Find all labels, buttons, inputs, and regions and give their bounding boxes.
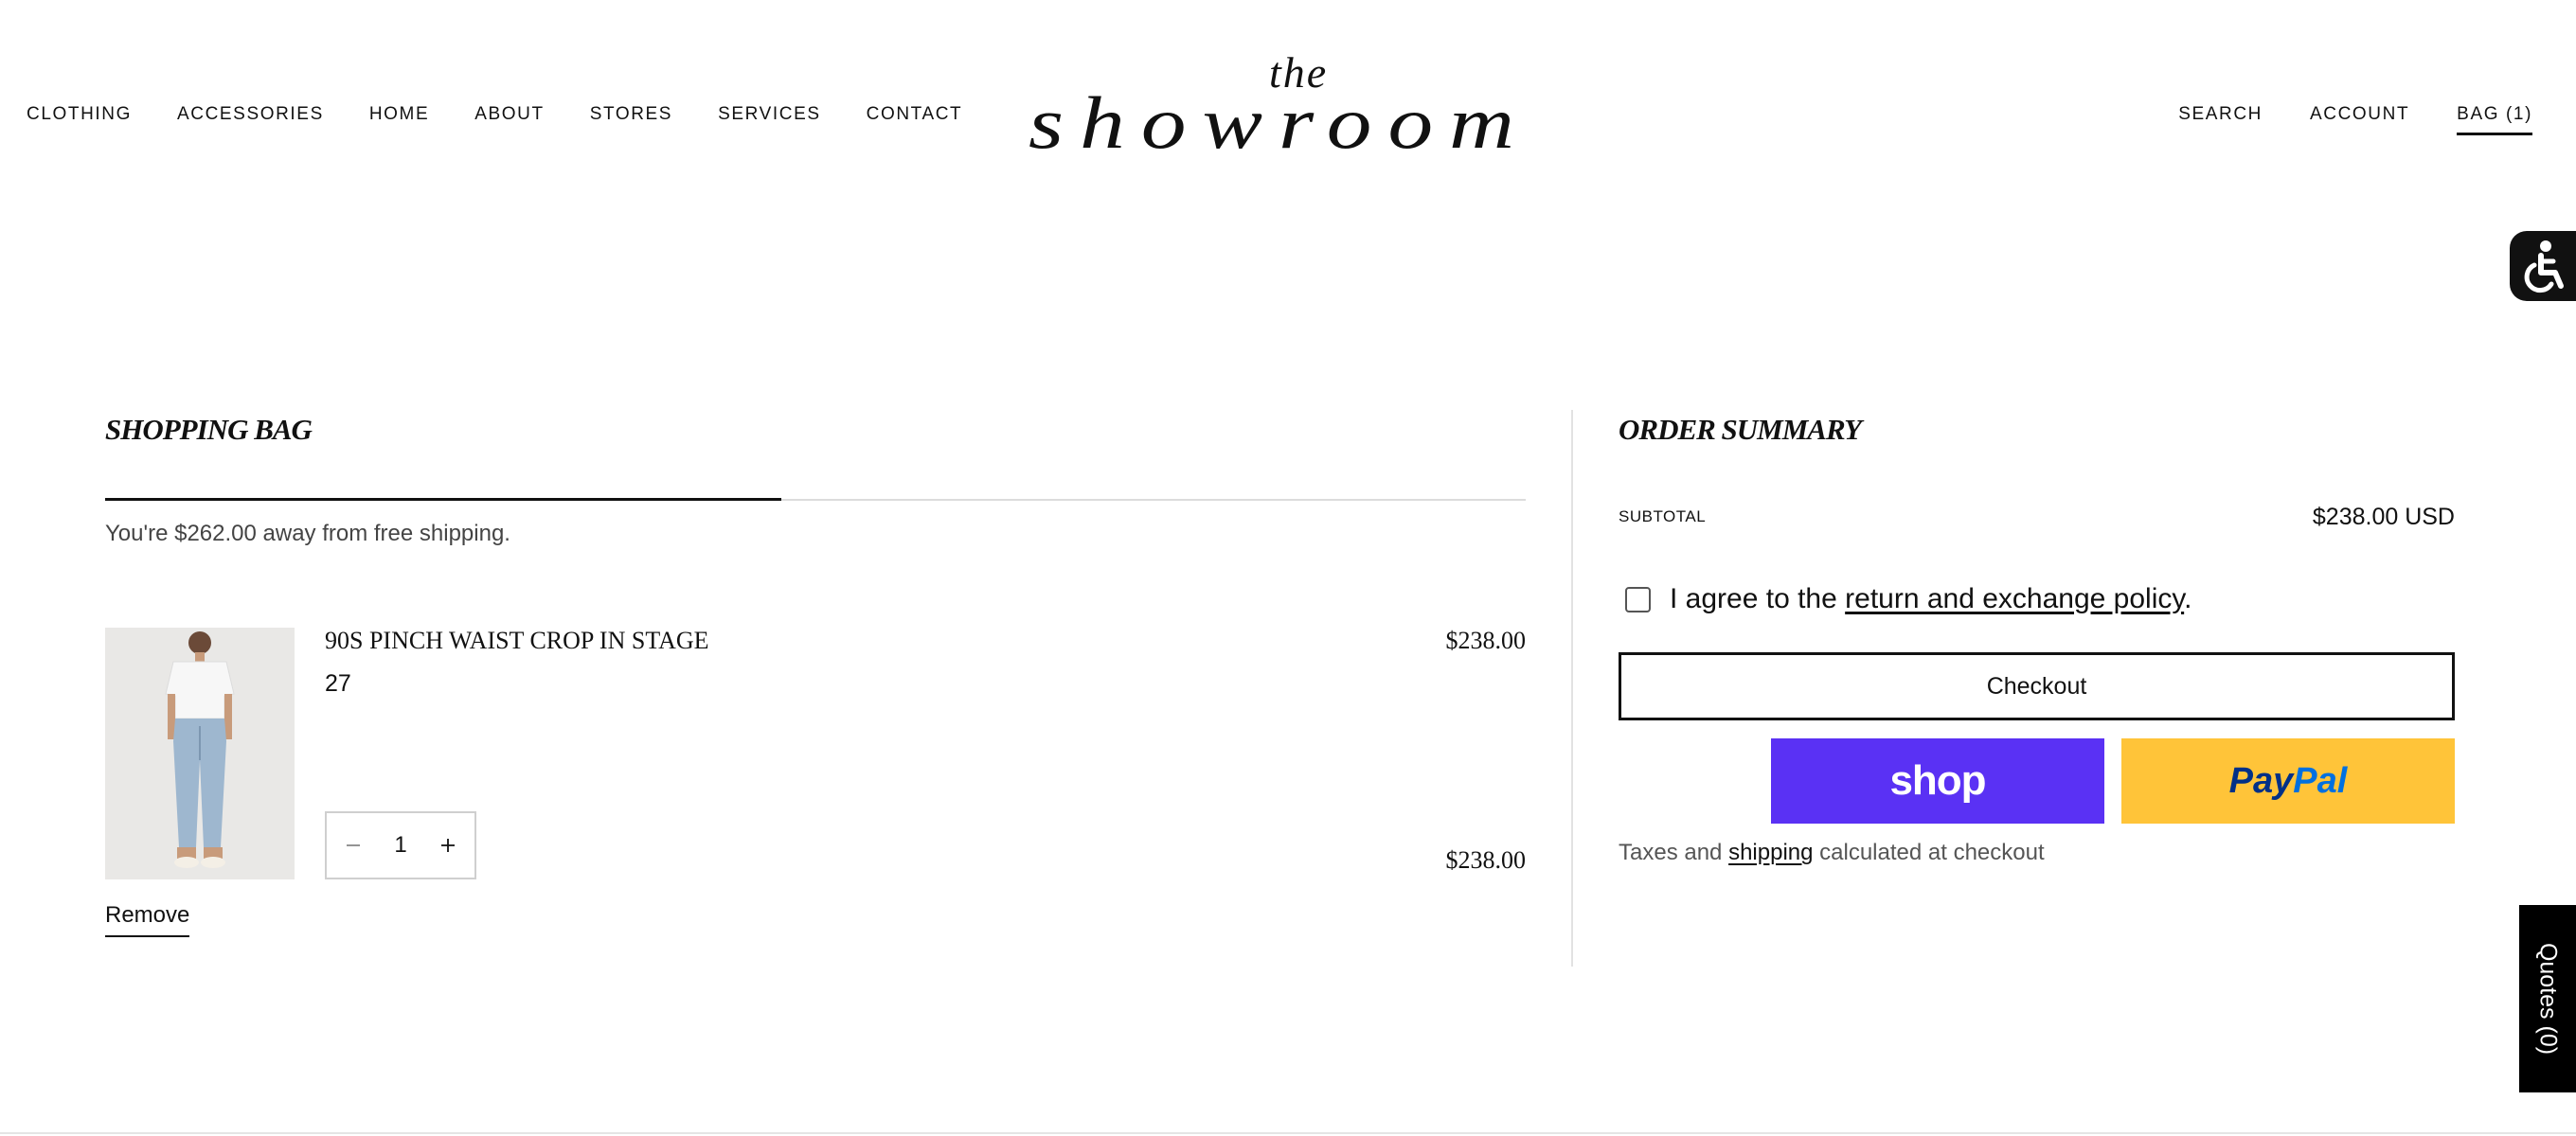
line-total: $238.00 — [1445, 846, 1527, 874]
main-nav: CLOTHING ACCESSORIES HOME ABOUT STORES S… — [27, 104, 1008, 125]
product-image[interactable] — [105, 628, 295, 879]
agree-checkbox[interactable] — [1625, 586, 1651, 612]
nav-about[interactable]: ABOUT — [474, 104, 544, 125]
product-name[interactable]: 90S PINCH WAIST CROP IN STAGE — [325, 627, 709, 655]
taxes-note: Taxes and shipping calculated at checkou… — [1619, 840, 2045, 866]
checkout-button[interactable]: Checkout — [1619, 652, 2455, 720]
account-link[interactable]: ACCOUNT — [2310, 104, 2409, 135]
subtotal-label: SUBTOTAL — [1619, 507, 1707, 525]
order-summary-title: ORDER SUMMARY — [1619, 413, 1862, 446]
shop-pay-logo: shop — [1889, 757, 1986, 804]
agree-suffix: . — [2184, 583, 2192, 614]
nav-accessories[interactable]: ACCESSORIES — [177, 104, 324, 125]
paypal-logo-pal: Pal — [2293, 760, 2348, 801]
agree-prefix: I agree to the — [1670, 583, 1846, 614]
nav-home[interactable]: HOME — [369, 104, 429, 125]
quantity-value[interactable]: 1 — [394, 832, 406, 859]
nav-clothing[interactable]: CLOTHING — [27, 104, 132, 125]
site-header: CLOTHING ACCESSORIES HOME ABOUT STORES S… — [0, 0, 2576, 189]
quantity-stepper: 1 — [325, 811, 476, 879]
decrease-quantity-button[interactable] — [340, 832, 367, 859]
free-shipping-progress — [105, 498, 1526, 501]
nav-contact[interactable]: CONTACT — [867, 104, 963, 125]
bag-link[interactable]: BAG (1) — [2457, 104, 2532, 135]
product-price: $238.00 — [1445, 627, 1527, 654]
shop-pay-button[interactable]: shop — [1771, 738, 2104, 824]
accessibility-button[interactable] — [2510, 231, 2576, 301]
product-size: 27 — [325, 670, 351, 697]
nav-stores[interactable]: STORES — [590, 104, 672, 125]
search-link[interactable]: SEARCH — [2178, 104, 2263, 135]
remove-item-button[interactable]: Remove — [105, 902, 190, 937]
policy-agreement: I agree to the return and exchange polic… — [1625, 583, 2192, 615]
increase-quantity-button[interactable] — [435, 832, 461, 859]
footer-divider — [0, 1132, 2576, 1134]
utility-nav: SEARCH ACCOUNT BAG (1) — [2131, 104, 2532, 135]
nav-services[interactable]: SERVICES — [718, 104, 821, 125]
logo-showroom: showroom — [1029, 81, 1530, 164]
free-shipping-message: You're $262.00 away from free shipping. — [105, 521, 510, 546]
subtotal-value: $238.00 USD — [2312, 504, 2455, 530]
wheelchair-icon — [2524, 240, 2564, 293]
agree-text: I agree to the return and exchange polic… — [1670, 583, 2192, 615]
free-shipping-progress-fill — [105, 498, 781, 501]
quotes-tab[interactable]: Quotes (0) — [2519, 905, 2576, 1092]
shopping-bag-title: SHOPPING BAG — [105, 413, 313, 446]
column-divider — [1571, 410, 1573, 967]
taxes-prefix: Taxes and — [1619, 840, 1729, 865]
paypal-button[interactable]: Pay Pal — [2121, 738, 2455, 824]
taxes-suffix: calculated at checkout — [1813, 840, 2045, 865]
site-logo[interactable]: the showroom — [1023, 57, 1544, 167]
shipping-link[interactable]: shipping — [1728, 840, 1813, 865]
quotes-label: Quotes (0) — [2534, 942, 2562, 1056]
product-photo — [105, 628, 295, 879]
paypal-logo-pay: Pay — [2228, 760, 2294, 801]
plus-icon — [440, 839, 455, 852]
return-policy-link[interactable]: return and exchange policy — [1845, 583, 2184, 614]
minus-icon — [347, 844, 360, 846]
